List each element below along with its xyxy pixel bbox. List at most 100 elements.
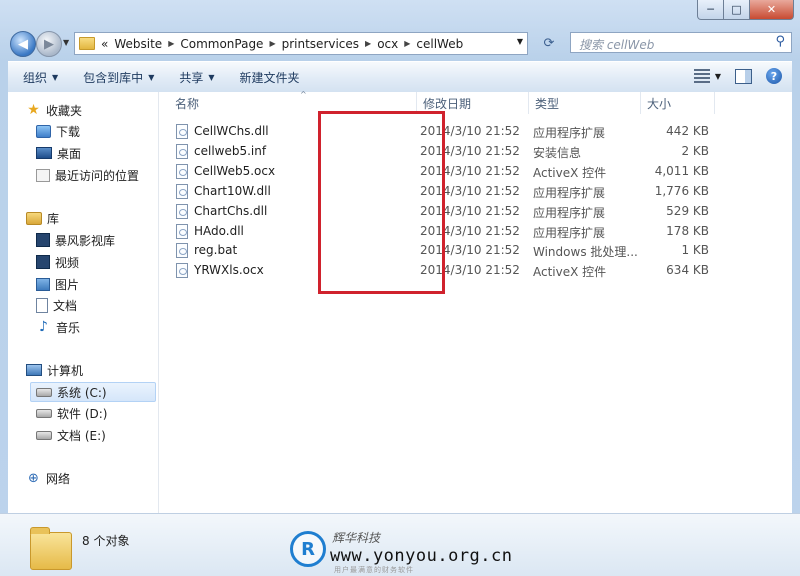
recent-places-icon <box>36 168 50 182</box>
forward-arrow-icon: ▶ <box>44 36 54 52</box>
breadcrumb-cellweb[interactable]: cellWeb <box>416 37 463 51</box>
new-folder-button[interactable]: 新建文件夹 <box>240 69 300 86</box>
chevron-down-icon: ▼ <box>714 71 721 81</box>
ocx-file-icon <box>176 263 188 278</box>
sidebar-group-label: 库 <box>47 211 60 226</box>
breadcrumb-separator-icon[interactable]: ▶ <box>269 39 275 48</box>
address-bar[interactable]: « Website ▶ CommonPage ▶ printservices ▶… <box>74 32 528 55</box>
file-row[interactable]: CellWeb5.ocx 2014/3/10 21:52 ActiveX 控件 … <box>159 161 799 181</box>
ocx-file-icon <box>176 164 188 179</box>
file-type: 应用程序扩展 <box>533 206 606 220</box>
music-icon: ♪ <box>39 319 48 335</box>
address-dropdown-icon[interactable]: ▼ <box>517 37 523 46</box>
file-row[interactable]: ChartChs.dll 2014/3/10 21:52 应用程序扩展 529 … <box>159 201 799 221</box>
help-icon[interactable]: ? <box>766 68 782 84</box>
file-size: 2 KB <box>681 144 709 158</box>
sidebar-group-computer[interactable]: 计算机 <box>26 360 83 380</box>
include-in-library-menu[interactable]: 包含到库中 ▼ <box>83 69 154 86</box>
organize-menu[interactable]: 组织 ▼ <box>23 69 58 86</box>
sidebar-item-documents[interactable]: 文档 <box>36 295 77 315</box>
videos-icon <box>36 255 50 269</box>
dll-file-icon <box>176 184 188 199</box>
sidebar-group-label: 网络 <box>46 471 71 486</box>
breadcrumb-commonpage[interactable]: CommonPage <box>180 37 263 51</box>
breadcrumb-ocx[interactable]: ocx <box>377 37 398 51</box>
file-row[interactable]: YRWXls.ocx 2014/3/10 21:52 ActiveX 控件 63… <box>159 260 799 280</box>
sidebar-item-drive-d[interactable]: 软件 (D:) <box>36 403 107 423</box>
sidebar-item-videos[interactable]: 视频 <box>36 252 79 272</box>
details-view-icon <box>693 69 710 83</box>
watermark-slogan: 用户最满意的财务软件 <box>334 566 414 574</box>
column-header-label: 修改日期 <box>423 96 472 111</box>
file-row[interactable]: reg.bat 2014/3/10 21:52 Windows 批处理... 1… <box>159 240 799 260</box>
file-row[interactable]: Chart10W.dll 2014/3/10 21:52 应用程序扩展 1,77… <box>159 181 799 201</box>
sidebar-item-label: 暴风影视库 <box>55 233 116 248</box>
watermark-company-name: 辉华科技 <box>332 531 381 545</box>
file-name: ChartChs.dll <box>194 204 268 218</box>
file-row[interactable]: HAdo.dll 2014/3/10 21:52 应用程序扩展 178 KB <box>159 221 799 241</box>
sidebar-item-drive-e[interactable]: 文档 (E:) <box>36 425 106 445</box>
preview-pane-icon[interactable] <box>735 68 752 84</box>
search-icon[interactable]: ⚲ <box>775 34 785 49</box>
breadcrumb-separator-icon[interactable]: ▶ <box>168 39 174 48</box>
include-in-library-label: 包含到库中 <box>83 70 144 85</box>
breadcrumb-printservices[interactable]: printservices <box>282 37 359 51</box>
back-button[interactable]: ◀ <box>10 31 36 57</box>
system-drive-icon <box>36 387 52 397</box>
library-icon <box>26 211 42 225</box>
change-view-button[interactable]: ▼ <box>693 69 721 83</box>
sidebar-group-network[interactable]: ⊕ 网络 <box>26 468 70 488</box>
sidebar-item-label: 软件 (D:) <box>57 406 108 421</box>
breadcrumb-separator-icon[interactable]: ▶ <box>404 39 410 48</box>
dll-file-icon <box>176 124 188 139</box>
file-name: cellweb5.inf <box>194 144 267 158</box>
explorer-window: ─ □ ✕ ◀ ▶ ▼ « Website ▶ CommonPage ▶ pri… <box>0 0 800 576</box>
sidebar-item-label: 下载 <box>56 124 81 139</box>
sidebar-item-desktop[interactable]: 桌面 <box>36 143 81 163</box>
minimize-button[interactable]: ─ <box>697 0 724 20</box>
documents-icon <box>36 297 48 313</box>
video-library-icon <box>36 233 50 247</box>
column-header-size[interactable]: 大小 <box>641 92 715 114</box>
column-header-type[interactable]: 类型 <box>529 92 641 114</box>
file-name: HAdo.dll <box>194 224 244 238</box>
caption-buttons: ─ □ ✕ <box>697 0 794 20</box>
refresh-button[interactable]: ⟳ <box>538 33 560 53</box>
content-area: ★ 收藏夹 下载 桌面 最近访问的位置 库 暴风影视库 视频 图片 文档 ♪ 音… <box>0 90 800 576</box>
close-button[interactable]: ✕ <box>750 0 794 20</box>
drive-icon <box>36 408 52 418</box>
sidebar-item-recent-places[interactable]: 最近访问的位置 <box>36 165 139 185</box>
sidebar-group-label: 计算机 <box>47 363 84 378</box>
forward-button[interactable]: ▶ <box>36 31 62 57</box>
file-size: 1 KB <box>681 243 709 257</box>
file-row[interactable]: cellweb5.inf 2014/3/10 21:52 安装信息 2 KB <box>159 141 799 161</box>
file-type: ActiveX 控件 <box>533 265 607 279</box>
breadcrumb-website[interactable]: Website <box>114 37 162 51</box>
bat-file-icon <box>176 243 188 258</box>
breadcrumb-separator-icon[interactable]: ▶ <box>365 39 371 48</box>
recent-pages-dropdown-icon[interactable]: ▼ <box>63 38 69 47</box>
file-row[interactable]: CellWChs.dll 2014/3/10 21:52 应用程序扩展 442 … <box>159 121 799 141</box>
search-box[interactable]: 搜索 cellWeb ⚲ <box>570 32 792 53</box>
sidebar-item-label: 文档 (E:) <box>57 428 106 443</box>
maximize-button[interactable]: □ <box>724 0 750 20</box>
file-type: 安装信息 <box>533 146 582 160</box>
file-size: 442 KB <box>666 124 709 138</box>
sidebar-group-favorites[interactable]: ★ 收藏夹 <box>26 100 82 120</box>
sidebar-item-baofeng-library[interactable]: 暴风影视库 <box>36 230 115 250</box>
sidebar-item-label: 视频 <box>55 255 80 270</box>
command-bar: 组织 ▼ 包含到库中 ▼ 共享 ▼ 新建文件夹 ▼ ? <box>8 61 792 93</box>
share-menu[interactable]: 共享 ▼ <box>179 69 214 86</box>
sidebar-group-libraries[interactable]: 库 <box>26 208 59 228</box>
sidebar-item-music[interactable]: ♪ 音乐 <box>36 317 80 337</box>
sidebar-item-pictures[interactable]: 图片 <box>36 274 79 294</box>
sidebar-item-downloads[interactable]: 下载 <box>36 121 80 141</box>
column-header-label: 名称 <box>175 96 200 111</box>
file-type: Windows 批处理... <box>533 245 638 259</box>
breadcrumb-overflow[interactable]: « <box>101 37 108 51</box>
sidebar-item-drive-c[interactable]: 系统 (C:) <box>30 382 156 402</box>
watermark-logo-icon: R <box>290 531 326 567</box>
file-name: reg.bat <box>194 243 238 257</box>
chevron-down-icon: ▼ <box>208 72 215 82</box>
share-label: 共享 <box>179 70 204 85</box>
